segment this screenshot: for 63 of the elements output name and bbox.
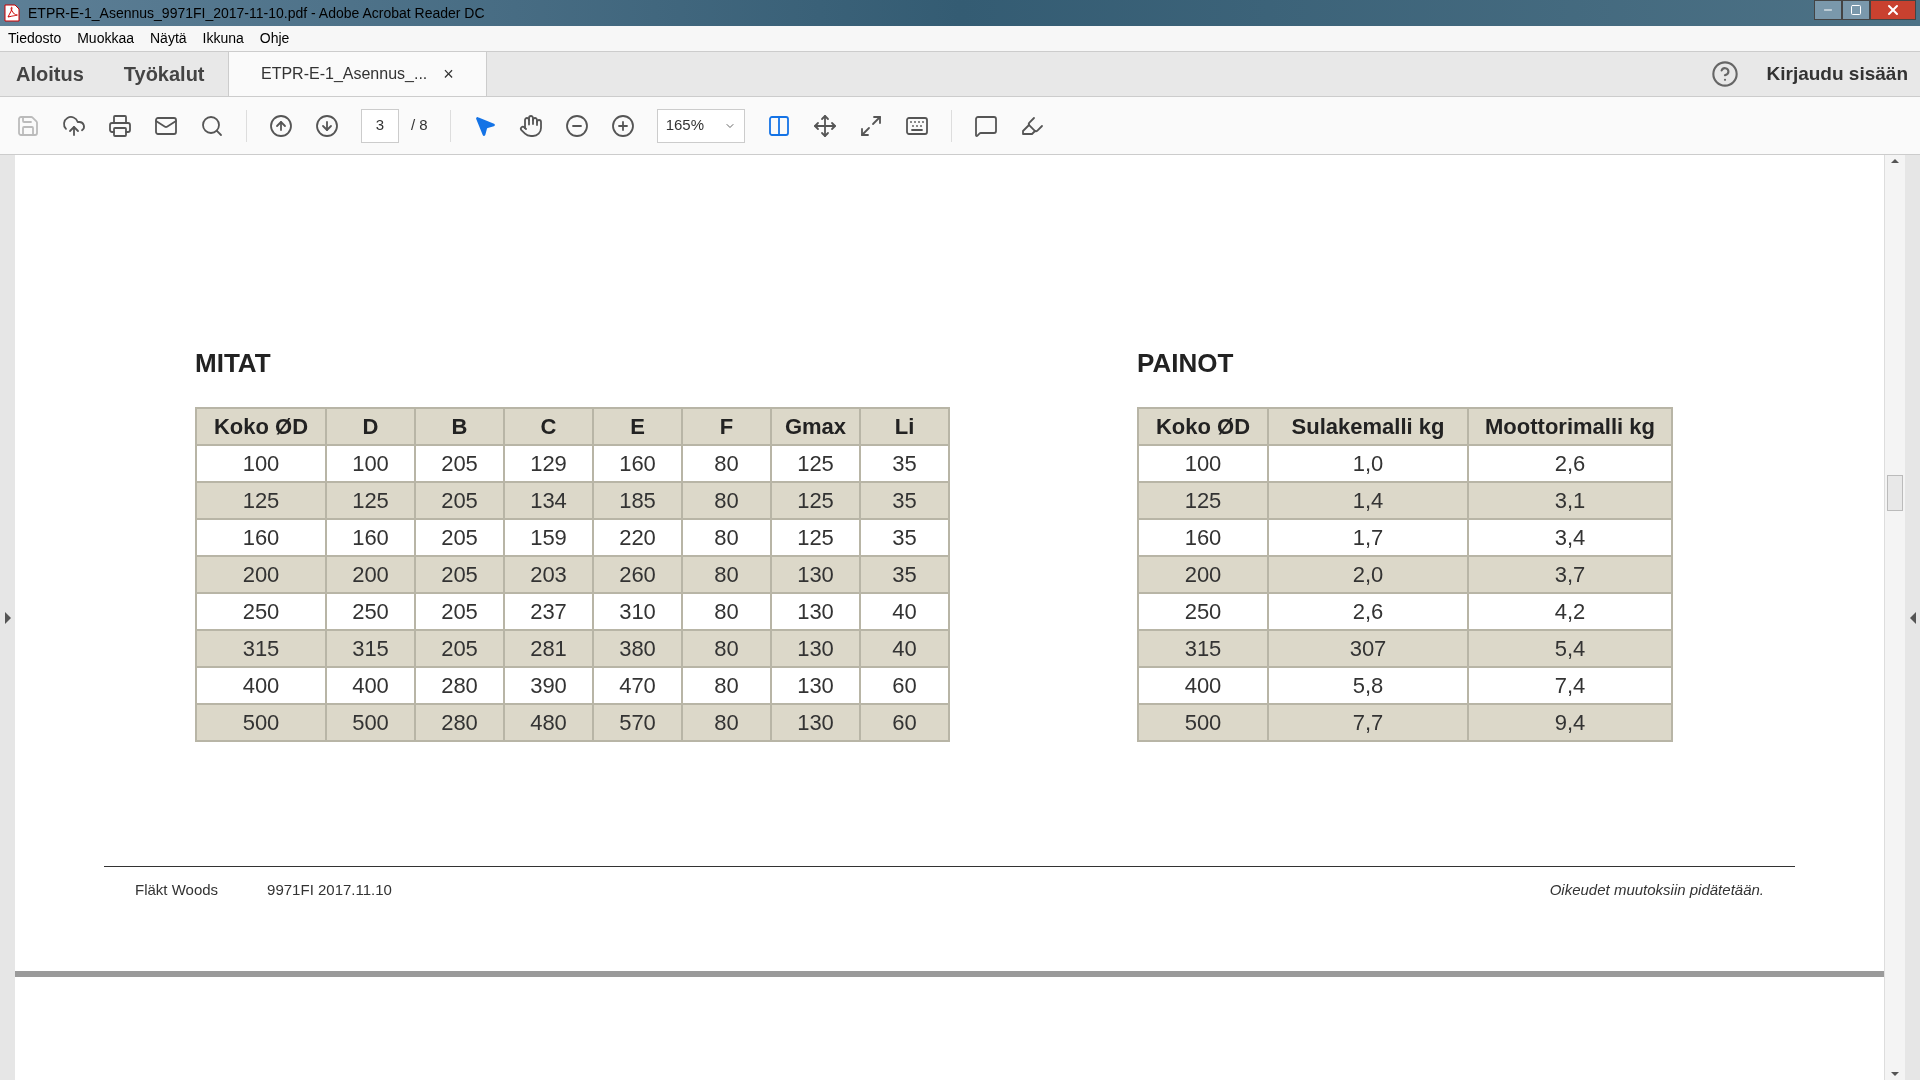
page-count: / 8: [411, 115, 428, 136]
next-page-icon[interactable]: [315, 113, 339, 138]
sign-in-link[interactable]: Kirjaudu sisään: [1766, 59, 1908, 89]
table-cell: 480: [504, 704, 593, 741]
footer-document-code: 9971FI 2017.11.10: [267, 880, 392, 900]
table-cell: 570: [593, 704, 682, 741]
footer-company: Fläkt Woods: [135, 880, 219, 900]
pdf-file-icon: [4, 4, 20, 22]
zoom-dropdown[interactable]: 165%: [656, 108, 745, 143]
close-button[interactable]: [1870, 0, 1916, 20]
document-tab[interactable]: ETPR-E-1_Asennus_... ×: [228, 52, 487, 96]
column-header: F: [682, 408, 771, 445]
previous-page-icon[interactable]: [269, 113, 293, 138]
print-icon[interactable]: [108, 113, 132, 138]
nav-tab[interactable]: Aloitus: [16, 59, 84, 89]
help-icon[interactable]: [1710, 60, 1739, 88]
comment-icon[interactable]: [973, 113, 998, 138]
restore-button[interactable]: [1842, 0, 1870, 20]
page-number-field[interactable]: 3: [361, 108, 399, 143]
restore-icon: [1850, 4, 1862, 16]
column-header: Li: [860, 408, 949, 445]
nav-tab[interactable]: Työkalut: [123, 59, 205, 89]
column-header: Koko ØD: [196, 408, 326, 445]
column-header: B: [415, 408, 504, 445]
upload-icon[interactable]: [62, 113, 86, 138]
fit-page-icon[interactable]: [812, 113, 837, 138]
search-icon[interactable]: [200, 113, 224, 138]
table-cell: 280: [415, 704, 504, 741]
menu-item[interactable]: Ohje: [259, 28, 290, 49]
table-cell: 500: [196, 704, 326, 741]
column-header: Koko ØD: [1138, 408, 1268, 445]
table-cell: 130: [771, 704, 860, 741]
column-header: Moottorimalli kg: [1468, 408, 1672, 445]
column-header: Gmax: [771, 408, 860, 445]
menu-item[interactable]: Näytä: [150, 28, 187, 49]
close-icon: [1885, 2, 1901, 18]
minimize-button[interactable]: [1814, 0, 1842, 20]
footer-notice: Oikeudet muutoksiin pidätetään.: [1549, 880, 1764, 900]
zoom-out-icon[interactable]: [564, 113, 589, 138]
menu-item[interactable]: Tiedosto: [8, 28, 62, 49]
column-header: C: [504, 408, 593, 445]
column-header: E: [593, 408, 682, 445]
column-header: D: [326, 408, 415, 445]
section-heading: MITAT: [195, 347, 272, 380]
section-heading: PAINOT: [1137, 347, 1235, 380]
column-header: Sulakemalli kg: [1268, 408, 1468, 445]
table-cell: 9,4: [1468, 704, 1672, 741]
right-panel-toggle-icon[interactable]: [1909, 611, 1916, 624]
zoom-in-icon[interactable]: [610, 113, 635, 138]
table-cell: 500: [1138, 704, 1268, 741]
table-cell: 80: [682, 704, 771, 741]
menu-item[interactable]: Ikkuna: [202, 28, 244, 49]
table-cell: 60: [860, 704, 949, 741]
scrollbar-thumb[interactable]: [1887, 475, 1903, 511]
table-cell: 500: [326, 704, 415, 741]
table-cell: 7,7: [1268, 704, 1468, 741]
vertical-scrollbar[interactable]: [1884, 155, 1905, 1080]
close-tab-button[interactable]: ×: [443, 60, 454, 88]
page-width-icon[interactable]: [766, 113, 791, 138]
menu-item[interactable]: Muokkaa: [77, 28, 134, 49]
hand-icon[interactable]: [518, 113, 543, 138]
window-title: ETPR-E-1_Asennus_9971FI_2017-11-10.pdf - Adobe Acrobat Reader DC: [28, 3, 485, 23]
full-screen-icon[interactable]: [858, 113, 883, 138]
